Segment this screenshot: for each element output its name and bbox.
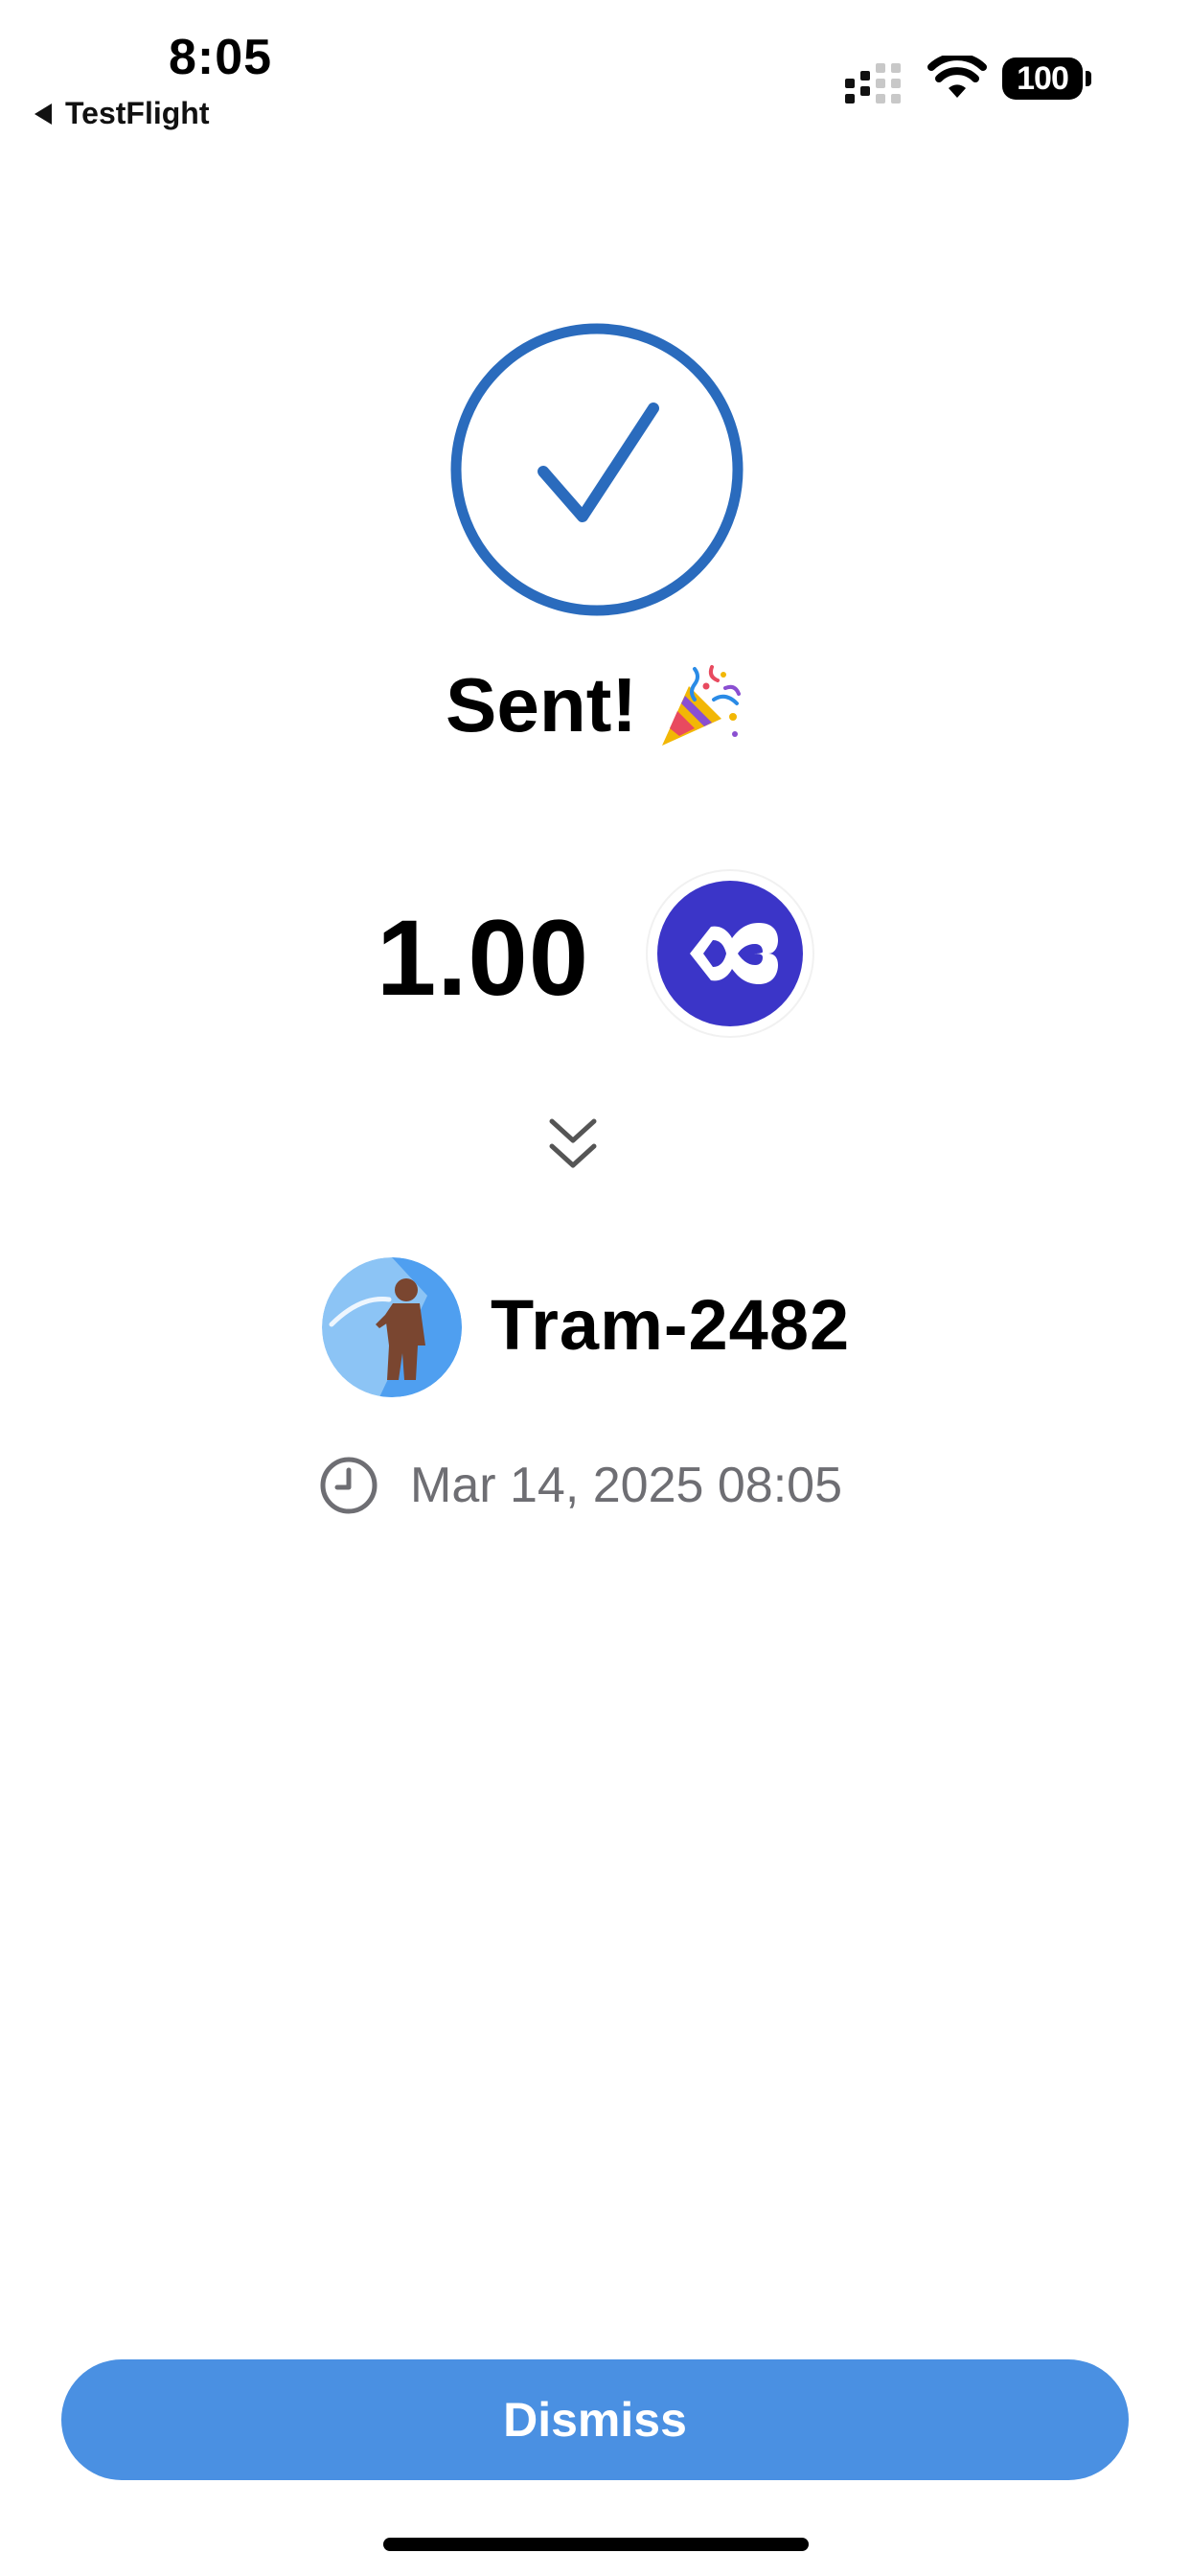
transfer-amount: 1.00: [377, 898, 589, 1018]
home-indicator[interactable]: [383, 2538, 809, 2551]
recipient-name: Tram-2482: [491, 1285, 851, 1365]
clock-icon: [320, 1457, 378, 1514]
success-check-icon: [450, 323, 744, 616]
recipient-avatar: [322, 1257, 462, 1397]
battery-icon: 100: [1002, 58, 1083, 100]
back-app-label: TestFlight: [65, 96, 210, 130]
back-arrow-icon: [34, 103, 52, 125]
cellular-signal-icon: [845, 63, 901, 104]
timestamp-row: Mar 14, 2025 08:05: [318, 1455, 842, 1516]
wifi-icon: [927, 56, 987, 98]
transaction-timestamp: Mar 14, 2025 08:05: [410, 1458, 842, 1513]
chevrons-down-icon: [549, 1118, 597, 1168]
battery-tip: [1086, 71, 1091, 86]
dismiss-button[interactable]: Dismiss: [61, 2359, 1129, 2480]
status-bar-time: 8:05: [169, 30, 273, 85]
back-to-testflight-link[interactable]: TestFlight: [34, 96, 210, 131]
token-logo-icon: [646, 869, 814, 1038]
sent-heading: Sent!: [0, 661, 1190, 749]
party-popper-icon: [662, 665, 741, 746]
sent-title: Sent!: [446, 662, 637, 748]
